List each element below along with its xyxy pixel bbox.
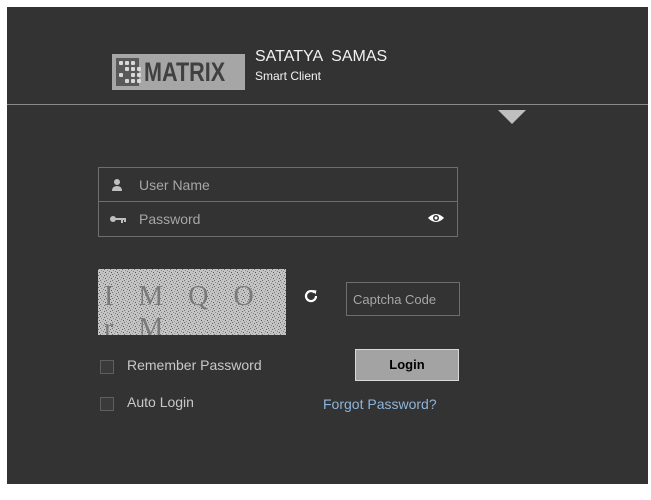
credentials-box <box>98 167 458 237</box>
captcha-input[interactable] <box>347 283 459 315</box>
header: MATRIX SATATYA SAMAS Smart Client <box>7 7 648 104</box>
password-row <box>99 202 457 235</box>
logo-text: MATRIX <box>143 57 225 87</box>
captcha-image: I M Q O r M <box>98 269 286 335</box>
auto-login-label: Auto Login <box>127 394 194 410</box>
user-icon <box>109 177 125 193</box>
username-row <box>99 168 457 202</box>
remember-password-checkbox[interactable] <box>100 360 114 374</box>
login-panel: MATRIX SATATYA SAMAS Smart Client User N… <box>7 7 648 484</box>
auto-login-checkbox[interactable] <box>100 397 114 411</box>
header-divider <box>7 104 648 105</box>
password-input[interactable] <box>139 210 409 227</box>
matrix-dots-logo-icon <box>116 58 141 86</box>
forgot-password-link[interactable]: Forgot Password? <box>323 396 437 412</box>
captcha-field <box>346 282 460 316</box>
refresh-icon[interactable] <box>303 288 319 304</box>
captcha-text: I M Q O r M <box>104 281 263 335</box>
key-icon <box>109 211 126 227</box>
username-input[interactable] <box>139 176 409 193</box>
product-name: SATATYA SAMAS <box>255 48 388 65</box>
remember-password-label: Remember Password <box>127 357 262 373</box>
login-button[interactable]: Login <box>355 349 459 381</box>
eye-icon[interactable] <box>427 211 445 223</box>
triangle-down-icon[interactable] <box>498 110 526 124</box>
product-subtitle: Smart Client <box>255 69 322 83</box>
brand-logo: MATRIX <box>112 54 245 90</box>
